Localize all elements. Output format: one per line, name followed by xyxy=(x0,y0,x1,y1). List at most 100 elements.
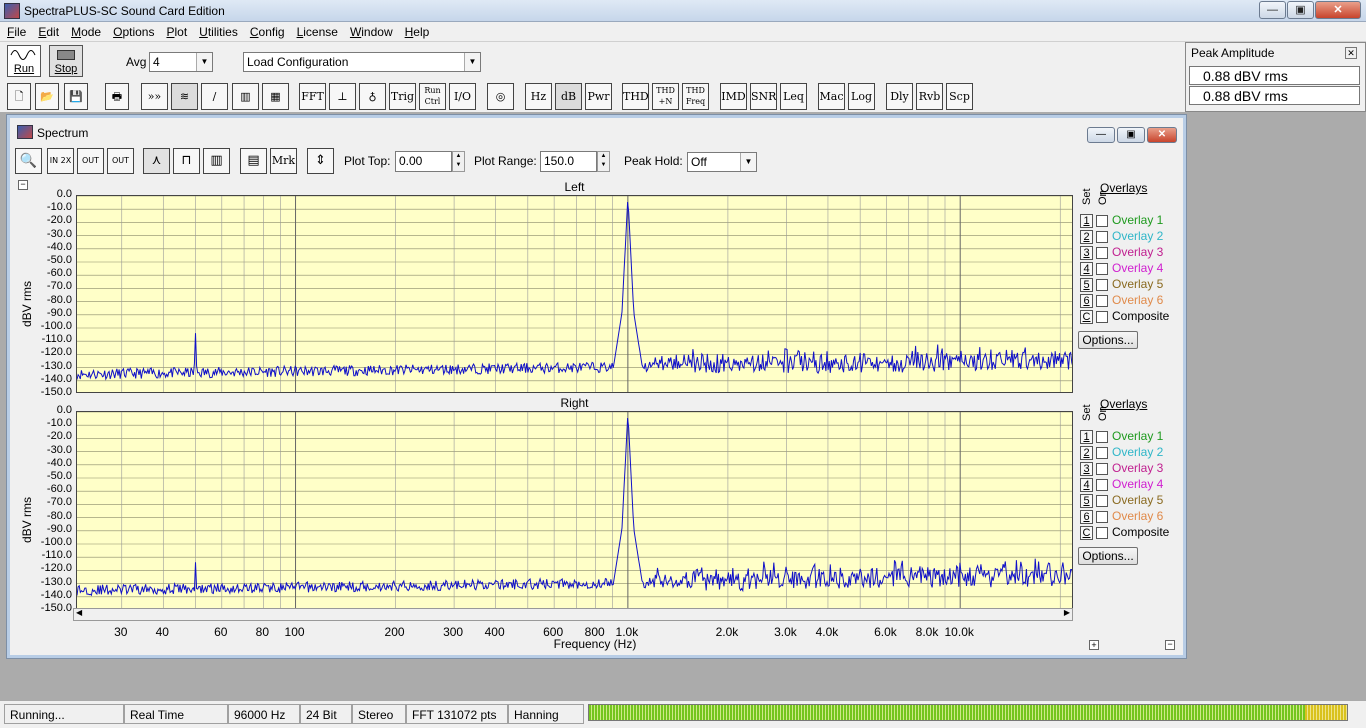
overlay-set-button[interactable]: 6 xyxy=(1080,509,1093,524)
overlay-set-button[interactable]: 2 xyxy=(1080,445,1093,460)
hz-button[interactable]: Hz xyxy=(525,83,552,110)
imd-button[interactable]: IMD xyxy=(720,83,747,110)
spin-icon[interactable]: ▲ ▼ xyxy=(597,151,610,172)
step-plot-button[interactable]: ⊓ xyxy=(173,148,200,174)
minimize-button[interactable]: — xyxy=(1259,1,1286,19)
overlay-set-button[interactable]: 1 xyxy=(1080,429,1093,444)
fft-button[interactable]: FFT xyxy=(299,83,326,110)
overlay-checkbox[interactable] xyxy=(1096,494,1108,507)
overlay-set-button[interactable]: 4 xyxy=(1080,477,1093,492)
range-button[interactable]: ⇕ xyxy=(307,148,334,174)
spectrum-minimize-button[interactable]: — xyxy=(1087,127,1115,143)
run-ctrl-button[interactable]: Run Ctrl xyxy=(419,83,446,110)
close-icon[interactable]: ✕ xyxy=(1345,47,1357,59)
menu-plot[interactable]: Plot xyxy=(159,22,192,39)
line-plot-button[interactable]: ⋏ xyxy=(143,148,170,174)
forward-button[interactable]: »» xyxy=(141,83,168,110)
overlay-set-button[interactable]: 5 xyxy=(1080,493,1093,508)
db-button[interactable]: dB xyxy=(555,83,582,110)
zoom-in-2x-button[interactable]: IN 2X xyxy=(47,148,74,174)
peak-hold-select[interactable]: Off ▼ xyxy=(687,152,757,172)
spectrum-close-button[interactable]: ✕ xyxy=(1147,127,1177,143)
overlay-checkbox[interactable] xyxy=(1096,462,1108,475)
horizontal-scrollbar[interactable]: ◀ ▶ xyxy=(73,608,1073,621)
stop-button[interactable]: Stop xyxy=(49,45,83,77)
overlay-checkbox[interactable] xyxy=(1096,478,1108,491)
new-file-button[interactable]: 🗋 xyxy=(7,83,31,110)
menu-window[interactable]: Window xyxy=(343,22,398,39)
menu-license[interactable]: License xyxy=(290,22,343,39)
spin-icon[interactable]: ▲ ▼ xyxy=(452,151,465,172)
run-button[interactable]: Run xyxy=(7,45,41,77)
thd-n-button[interactable]: THD +N xyxy=(652,83,679,110)
plot-top-input[interactable]: 0.00 ▲ ▼ xyxy=(395,151,465,172)
zoom-button[interactable]: 🔍 xyxy=(15,148,42,174)
leq-button[interactable]: Leq xyxy=(780,83,807,110)
avg-select[interactable]: 4 ▼ xyxy=(149,52,213,72)
menu-edit[interactable]: Edit xyxy=(31,22,64,39)
overlay-checkbox[interactable] xyxy=(1096,230,1108,243)
pwr-button[interactable]: Pwr xyxy=(585,83,612,110)
reverb-button[interactable]: Rvb xyxy=(916,83,943,110)
overlay-checkbox[interactable] xyxy=(1096,310,1108,323)
scope-button[interactable]: Scp xyxy=(946,83,973,110)
overlay-checkbox[interactable] xyxy=(1096,526,1108,539)
time-mode-button[interactable]: ∕ xyxy=(201,83,228,110)
overlay-options-button[interactable]: Options... xyxy=(1078,547,1138,565)
overlay-set-button[interactable]: 4 xyxy=(1080,261,1093,276)
zoom-out-full-button[interactable]: OUT Full xyxy=(107,148,134,174)
close-button[interactable]: ✕ xyxy=(1315,1,1361,19)
load-configuration-select[interactable]: Load Configuration ▼ xyxy=(243,52,481,72)
spectrum-maximize-button[interactable]: ▣ xyxy=(1117,127,1145,143)
save-button[interactable]: 💾 xyxy=(64,83,88,110)
expand-toggle[interactable]: + xyxy=(1089,640,1099,650)
overlay-set-button[interactable]: 3 xyxy=(1080,245,1093,260)
display-options-button[interactable]: ▤ xyxy=(240,148,267,174)
scroll-right-icon[interactable]: ▶ xyxy=(1064,608,1070,617)
calibration-button[interactable]: ♁ xyxy=(359,83,386,110)
menu-mode[interactable]: Mode xyxy=(64,22,106,39)
maximize-button[interactable]: ▣ xyxy=(1287,1,1314,19)
spectrum-mode-button[interactable]: ≋ xyxy=(171,83,198,110)
menu-utilities[interactable]: Utilities xyxy=(192,22,243,39)
overlay-set-button[interactable]: 2 xyxy=(1080,229,1093,244)
overlay-checkbox[interactable] xyxy=(1096,294,1108,307)
left-channel-plot[interactable] xyxy=(76,195,1073,393)
right-channel-plot[interactable] xyxy=(76,411,1073,609)
thd-freq-button[interactable]: THD Freq xyxy=(682,83,709,110)
signal-generator-button[interactable]: ◎ xyxy=(487,83,514,110)
snr-button[interactable]: SNR xyxy=(750,83,777,110)
open-file-button[interactable]: 📂 xyxy=(35,83,59,110)
overlay-checkbox[interactable] xyxy=(1096,214,1108,227)
overlay-set-button[interactable]: C xyxy=(1080,525,1093,540)
print-button[interactable]: 🖶 xyxy=(105,83,129,110)
io-button[interactable]: I/O xyxy=(449,83,476,110)
overlay-checkbox[interactable] xyxy=(1096,246,1108,259)
thd-button[interactable]: THD xyxy=(622,83,649,110)
menu-file[interactable]: File xyxy=(0,22,31,39)
macro-button[interactable]: Mac xyxy=(818,83,845,110)
marker-button[interactable]: Mrk xyxy=(270,148,297,174)
plot-range-input[interactable]: 150.0 ▲ ▼ xyxy=(540,151,610,172)
menu-config[interactable]: Config xyxy=(243,22,290,39)
overlay-set-button[interactable]: C xyxy=(1080,309,1093,324)
overlay-checkbox[interactable] xyxy=(1096,446,1108,459)
delay-button[interactable]: Dly xyxy=(886,83,913,110)
overlay-set-button[interactable]: 5 xyxy=(1080,277,1093,292)
overlay-checkbox[interactable] xyxy=(1096,278,1108,291)
trigger-button[interactable]: Trig xyxy=(389,83,416,110)
menu-help[interactable]: Help xyxy=(398,22,435,39)
3d-surface-button[interactable]: ▦ xyxy=(262,83,289,110)
overlay-options-button[interactable]: Options... xyxy=(1078,331,1138,349)
collapse-toggle[interactable]: − xyxy=(18,180,28,190)
overlay-set-button[interactable]: 3 xyxy=(1080,461,1093,476)
spectrogram-button[interactable]: ▥ xyxy=(232,83,259,110)
overlay-set-button[interactable]: 6 xyxy=(1080,293,1093,308)
collapse-toggle-bottom[interactable]: − xyxy=(1165,640,1175,650)
log-button[interactable]: Log xyxy=(848,83,875,110)
zoom-out-2x-button[interactable]: OUT 2X xyxy=(77,148,104,174)
overlay-set-button[interactable]: 1 xyxy=(1080,213,1093,228)
overlay-checkbox[interactable] xyxy=(1096,262,1108,275)
scale-button[interactable]: ⊥ xyxy=(329,83,356,110)
overlay-checkbox[interactable] xyxy=(1096,430,1108,443)
